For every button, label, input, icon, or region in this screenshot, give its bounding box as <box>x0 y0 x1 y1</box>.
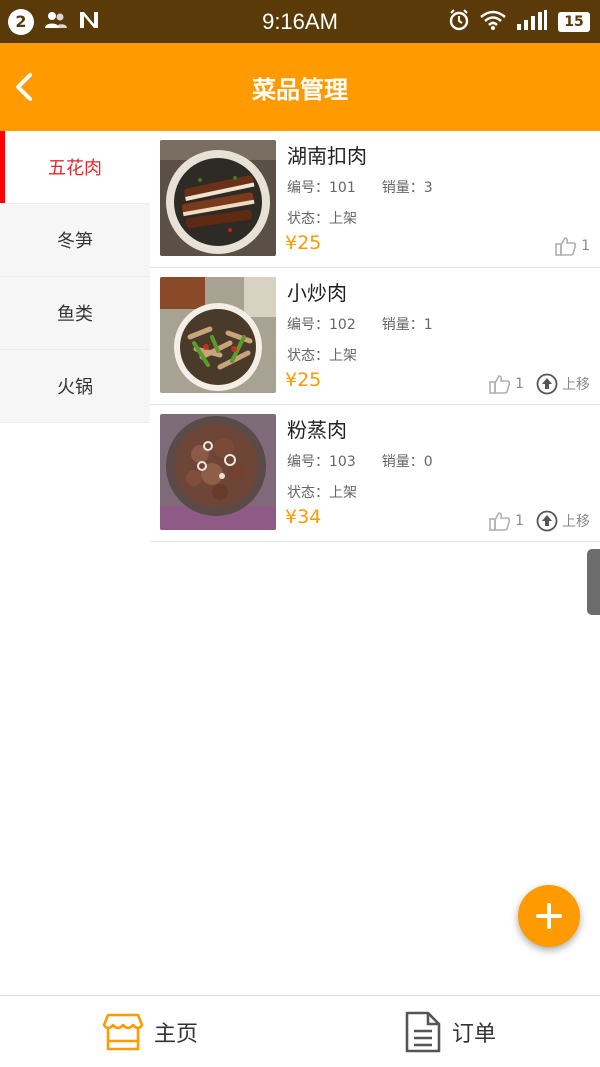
dish-name: 粉蒸肉 <box>287 418 347 442</box>
dish-actions: 1 <box>555 236 590 256</box>
move-up-button[interactable]: 上移 <box>536 510 590 532</box>
arrow-up-circle-icon <box>536 510 558 532</box>
like-count: 1 <box>515 513 524 529</box>
dish-sales: 销量：3 <box>381 180 433 196</box>
dish-name: 小炒肉 <box>287 281 347 305</box>
dish-status: 状态：上架 <box>287 211 357 227</box>
dish-actions: 1 上移 <box>489 373 590 395</box>
store-icon <box>102 1013 144 1050</box>
category-item-wuhuarou[interactable]: 五花肉 <box>0 131 150 204</box>
move-up-button[interactable]: 上移 <box>536 373 590 395</box>
like-count: 1 <box>515 376 524 392</box>
dish-price: ¥25 <box>285 369 322 391</box>
dish-image <box>160 277 276 393</box>
like-button[interactable]: 1 <box>489 511 524 531</box>
battery-icon: 15 <box>558 11 590 32</box>
move-up-label: 上移 <box>562 514 590 530</box>
page-title: 菜品管理 <box>252 75 348 104</box>
add-dish-button[interactable] <box>518 885 580 947</box>
dish-list-item[interactable]: 粉蒸肉 编号：103 销量：0 状态：上架 ¥34 1 上移 <box>150 405 600 542</box>
dish-image <box>160 414 276 530</box>
dish-number: 编号：102 <box>287 317 356 333</box>
thumbs-up-icon <box>489 512 511 531</box>
dish-sales: 销量：1 <box>381 317 433 333</box>
category-item-dongsun[interactable]: 冬笋 <box>0 204 150 277</box>
tab-orders-label: 订单 <box>451 1021 496 1047</box>
arrow-up-circle-icon <box>536 373 558 395</box>
tab-home-label: 主页 <box>153 1021 198 1047</box>
thumbs-up-icon <box>489 375 511 394</box>
status-bar: 2 9:16AM 15 <box>0 0 600 43</box>
like-button[interactable]: 1 <box>555 236 590 256</box>
thumbs-up-icon <box>555 237 577 256</box>
status-bar-right: 15 <box>448 0 590 43</box>
dish-number: 编号：101 <box>287 180 356 196</box>
dish-list: 湖南扣肉 编号：101 销量：3 状态：上架 ¥25 1 小炒肉 编号：102 … <box>150 131 600 542</box>
back-button[interactable] <box>10 67 50 107</box>
dish-meta: 编号：103 销量：0 <box>287 451 433 471</box>
document-icon <box>405 1011 441 1052</box>
dish-number: 编号：103 <box>287 454 356 470</box>
back-arrow-icon <box>16 73 32 101</box>
app-bar: 菜品管理 <box>0 43 600 131</box>
wifi-icon <box>480 10 506 34</box>
dish-price: ¥25 <box>285 232 322 254</box>
tab-orders[interactable]: 订单 <box>300 996 600 1067</box>
dish-actions: 1 上移 <box>489 510 590 532</box>
like-count: 1 <box>581 238 590 254</box>
like-button[interactable]: 1 <box>489 374 524 394</box>
move-up-label: 上移 <box>562 377 590 393</box>
category-sidebar: 五花肉 冬笋 鱼类 火锅 <box>0 131 150 423</box>
bottom-nav: 主页 订单 <box>0 995 600 1067</box>
category-item-hotpot[interactable]: 火锅 <box>0 350 150 423</box>
tab-home[interactable]: 主页 <box>0 996 300 1067</box>
plus-icon <box>536 903 562 929</box>
dish-list-item[interactable]: 小炒肉 编号：102 销量：1 状态：上架 ¥25 1 上移 <box>150 268 600 405</box>
category-item-fish[interactable]: 鱼类 <box>0 277 150 350</box>
dish-status: 状态：上架 <box>287 485 357 501</box>
signal-icon <box>516 9 548 34</box>
dish-name: 湖南扣肉 <box>287 144 367 168</box>
dish-meta: 编号：102 销量：1 <box>287 314 433 334</box>
alarm-icon <box>448 8 470 35</box>
dish-sales: 销量：0 <box>381 454 433 470</box>
dish-price: ¥34 <box>285 506 322 528</box>
edge-drawer-handle[interactable] <box>587 549 600 615</box>
dish-list-item[interactable]: 湖南扣肉 编号：101 销量：3 状态：上架 ¥25 1 <box>150 131 600 268</box>
dish-image <box>160 140 276 256</box>
dish-meta: 编号：101 销量：3 <box>287 177 433 197</box>
dish-status: 状态：上架 <box>287 348 357 364</box>
